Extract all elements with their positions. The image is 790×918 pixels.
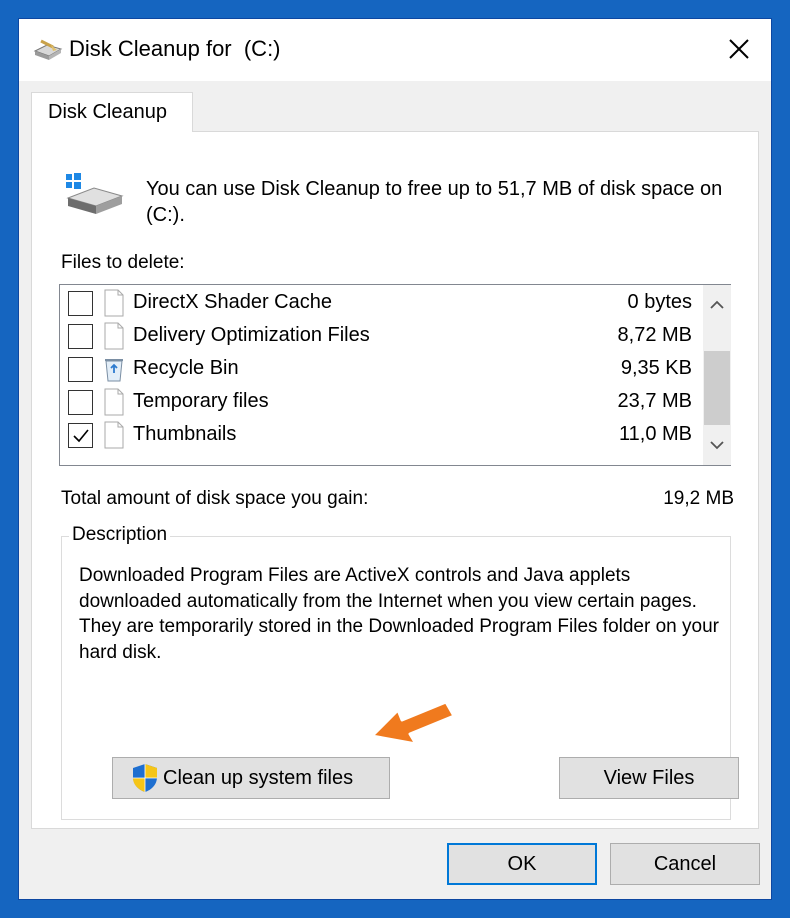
file-icon (104, 322, 124, 350)
list-item[interactable]: Delivery Optimization Files 8,72 MB (60, 320, 702, 353)
clean-up-system-files-label: Clean up system files (163, 766, 354, 789)
file-name: Thumbnails (133, 423, 237, 445)
checkbox[interactable] (68, 291, 93, 316)
recycle-bin-icon (105, 359, 123, 382)
chevron-up-icon (710, 300, 724, 309)
title-bar[interactable]: Disk Cleanup for (C:) (19, 19, 771, 81)
checkbox[interactable] (68, 390, 93, 415)
file-size: 0 bytes (627, 291, 692, 313)
uac-shield-icon (133, 764, 157, 792)
description-title: Description (69, 524, 171, 546)
drive-icon (66, 173, 124, 214)
file-size: 8,72 MB (617, 324, 692, 346)
file-name: DirectX Shader Cache (133, 291, 332, 313)
files-to-delete-list[interactable]: DirectX Shader Cache 0 bytes Delivery Op… (59, 284, 731, 466)
total-space-value: 19,2 MB (663, 488, 734, 509)
ok-button[interactable]: OK (447, 843, 597, 885)
description-text: Downloaded Program Files are ActiveX con… (79, 565, 719, 663)
vertical-scrollbar[interactable] (703, 285, 731, 465)
list-item[interactable]: Recycle Bin 9,35 KB (60, 353, 702, 386)
scroll-down-button[interactable] (703, 427, 731, 463)
checkbox[interactable] (68, 423, 93, 448)
file-name: Recycle Bin (133, 357, 239, 379)
tab-disk-cleanup[interactable]: Disk Cleanup (31, 92, 193, 132)
files-to-delete-label: Files to delete: (61, 252, 185, 273)
file-name: Delivery Optimization Files (133, 324, 370, 346)
file-name: Temporary files (133, 390, 269, 412)
clean-up-system-files-button[interactable]: Clean up system files (112, 757, 390, 799)
checkbox[interactable] (68, 324, 93, 349)
orange-arrow-icon (370, 700, 456, 746)
cancel-button[interactable]: Cancel (610, 843, 760, 885)
description-group: Description Downloaded Program Files are… (61, 524, 739, 820)
file-icon (104, 289, 124, 317)
file-icon (104, 388, 124, 416)
view-files-button[interactable]: View Files (559, 757, 739, 799)
scroll-up-button[interactable] (703, 287, 731, 323)
list-item[interactable]: DirectX Shader Cache 0 bytes (60, 287, 702, 320)
checkmark-icon (72, 428, 89, 442)
window-title: Disk Cleanup for (C:) (69, 36, 281, 61)
checkbox[interactable] (68, 357, 93, 382)
disk-cleanup-app-icon (33, 39, 63, 60)
total-space-label: Total amount of disk space you gain: (61, 488, 369, 509)
close-icon (729, 39, 749, 59)
file-size: 11,0 MB (619, 423, 692, 445)
disk-cleanup-window: Disk Cleanup for (C:) Disk Cleanup You c… (18, 18, 772, 900)
file-size: 9,35 KB (620, 357, 692, 379)
file-size: 23,7 MB (617, 390, 692, 412)
close-button[interactable] (713, 25, 765, 73)
list-item[interactable]: Temporary files 23,7 MB (60, 386, 702, 419)
chevron-down-icon (710, 441, 724, 450)
intro-text: You can use Disk Cleanup to free up to 5… (146, 178, 723, 226)
file-icon (104, 421, 124, 449)
list-item[interactable]: Thumbnails 11,0 MB (60, 419, 702, 452)
scroll-thumb[interactable] (704, 351, 730, 425)
